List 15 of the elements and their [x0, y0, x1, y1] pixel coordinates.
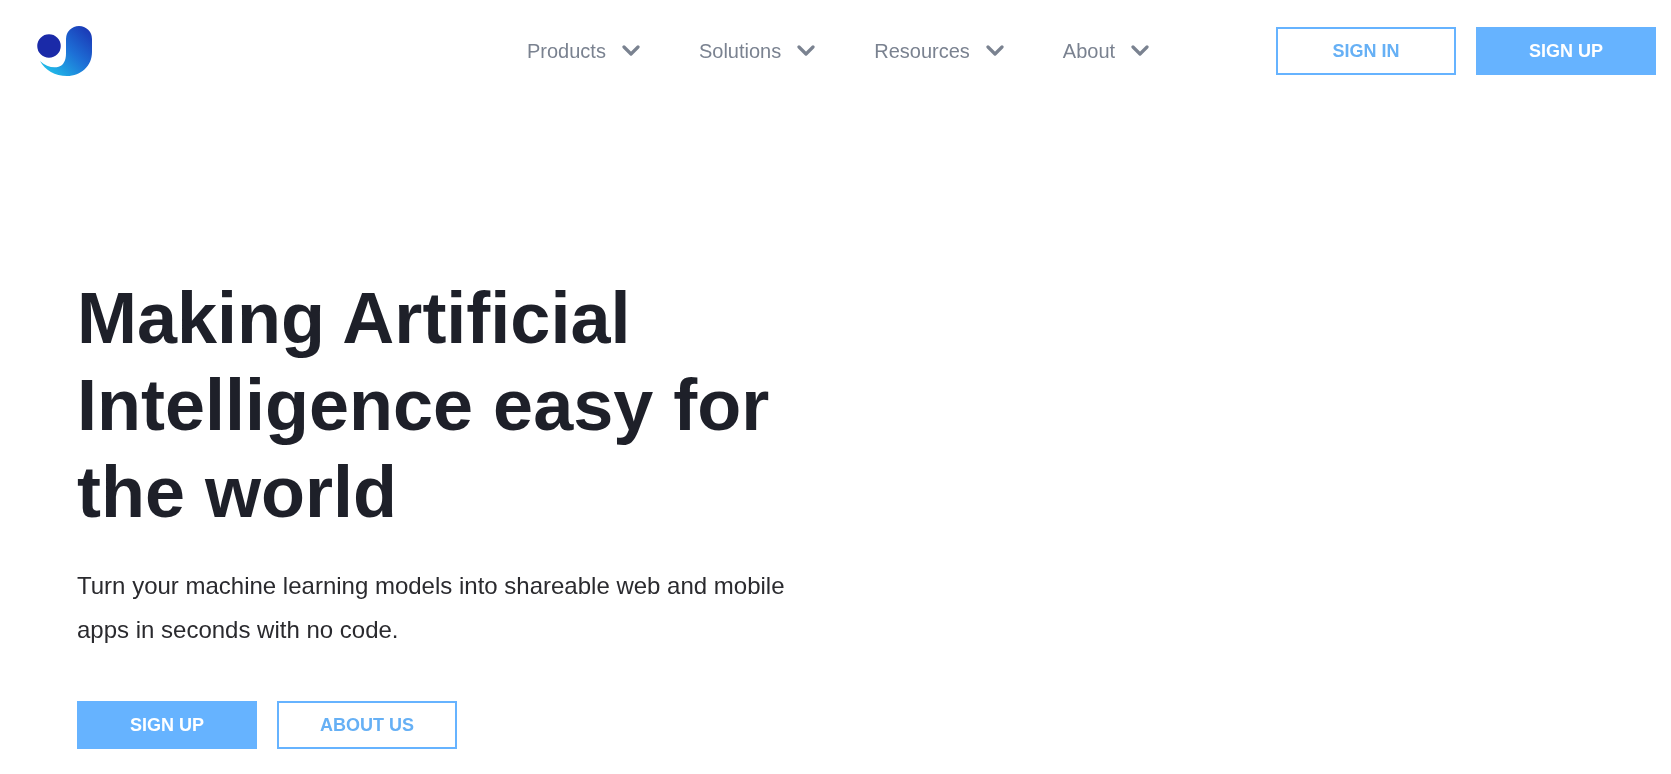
nav-menu-item[interactable]: Resources [874, 36, 1004, 66]
chevron-down-icon [985, 45, 1004, 57]
header-secondary-button[interactable]: SIGN IN [1276, 27, 1456, 75]
chevron-down-icon [797, 45, 816, 57]
hero-subheading: Turn your machine learning models into shareable web and mobile apps in seconds with no code. [77, 571, 786, 645]
chevron-down-icon [1131, 45, 1150, 57]
hero-heading: Making Artificial Intelligence easy for the world [77, 277, 771, 534]
nav-menu-item[interactable]: About [1062, 36, 1150, 66]
header-primary-button[interactable]: SIGN UP [1476, 27, 1656, 75]
logo-icon[interactable] [35, 25, 93, 77]
nav-menu-item[interactable]: Solutions [698, 36, 816, 66]
chevron-down-icon [621, 45, 640, 57]
hero-secondary-button[interactable]: ABOUT US [277, 701, 457, 749]
nav-menu-item[interactable]: Products [527, 36, 640, 66]
hero-primary-button[interactable]: SIGN UP [77, 701, 257, 749]
